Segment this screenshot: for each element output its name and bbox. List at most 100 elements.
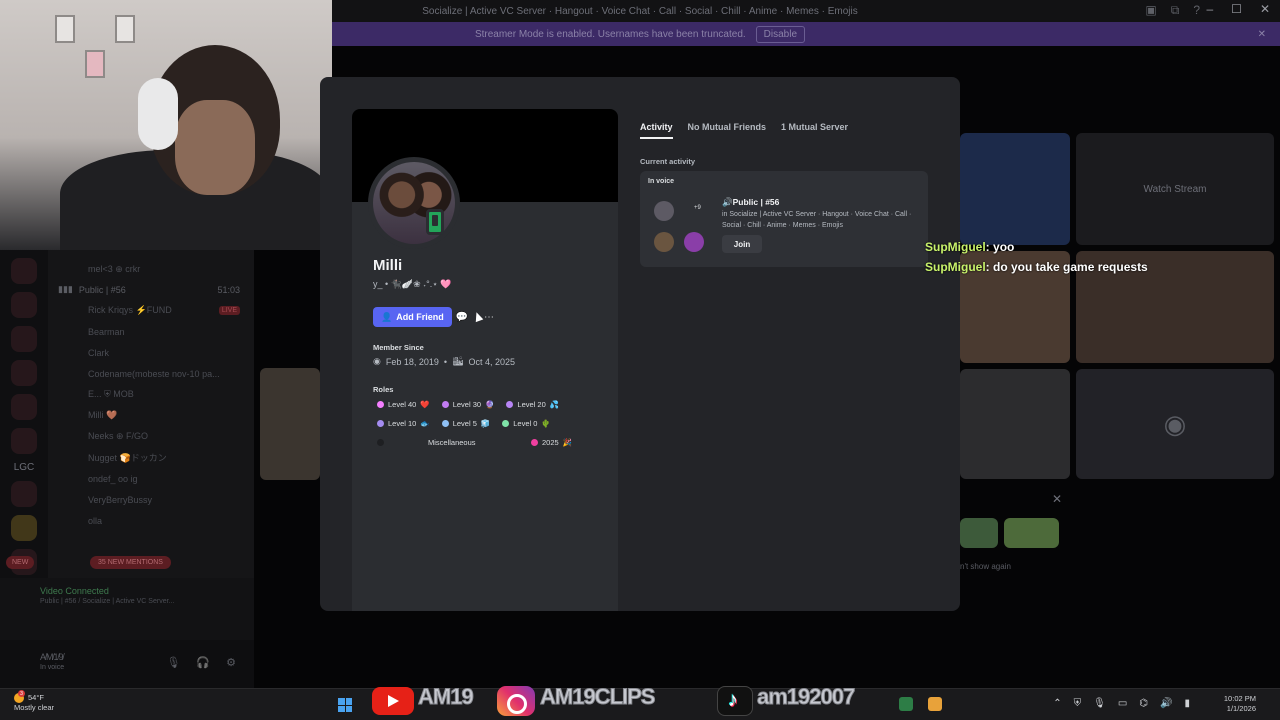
role-badge[interactable]: Miscellaneous bbox=[373, 436, 523, 449]
list-item[interactable]: Neeks ⊕ F/GO bbox=[48, 426, 254, 447]
weather-temp: 54°F bbox=[28, 693, 44, 702]
profile-tabs: Activity No Mutual Friends 1 Mutual Serv… bbox=[640, 122, 848, 139]
role-badge[interactable]: Level 5 🧊 bbox=[438, 417, 495, 430]
tab-activity[interactable]: Activity bbox=[640, 122, 673, 139]
new-pill[interactable]: NEW bbox=[6, 556, 35, 569]
list-item[interactable]: Bearman bbox=[48, 321, 254, 342]
tiktok-logo-icon bbox=[717, 686, 753, 716]
network-icon[interactable]: ⌬ bbox=[1139, 698, 1148, 709]
chevron-up-icon[interactable]: ⌃ bbox=[1053, 698, 1061, 709]
mobile-status-icon bbox=[426, 209, 444, 235]
maximize-button[interactable]: ☐ bbox=[1231, 2, 1242, 16]
add-friend-label: Add Friend bbox=[396, 312, 444, 322]
taskbar-clock[interactable]: 10:02 PM 1/1/2026 bbox=[1224, 694, 1256, 714]
voice-channel-time: 51:03 bbox=[217, 284, 240, 295]
server-icon[interactable] bbox=[11, 360, 37, 386]
stream-tile[interactable]: Watch Stream bbox=[1076, 133, 1274, 245]
new-mentions-pill[interactable]: 35 NEW MENTIONS bbox=[90, 556, 171, 569]
security-icon[interactable]: ⛨ bbox=[1074, 698, 1082, 709]
role-badge[interactable]: Level 0 🌵 bbox=[498, 417, 555, 430]
battery-icon[interactable]: ▮ bbox=[1184, 698, 1190, 709]
chat-user: SupMiguel bbox=[925, 240, 986, 254]
role-color-dot bbox=[377, 439, 384, 446]
dont-show-again-link[interactable]: n't show again bbox=[960, 562, 1011, 571]
voice-activity-card: In voice +9 🔊Public | #56 in Socialize |… bbox=[640, 171, 928, 267]
server-icon[interactable] bbox=[11, 515, 37, 541]
list-item[interactable]: E... ⛨ MOB bbox=[48, 384, 254, 405]
server-icon[interactable] bbox=[11, 481, 37, 507]
close-window-button[interactable]: ✕ bbox=[1260, 2, 1270, 16]
taskbar-app-icon[interactable] bbox=[899, 697, 913, 711]
mic-icon[interactable]: 🎙 bbox=[166, 656, 180, 669]
roles-list: Level 40 ❤️ Level 30 🔮 Level 20 💦 Level 10 🐟… bbox=[373, 398, 603, 449]
clock-date: 1/1/2026 bbox=[1226, 704, 1256, 713]
video-tile[interactable] bbox=[960, 133, 1070, 245]
taskbar-app-icon[interactable] bbox=[928, 697, 942, 711]
current-user-name[interactable]: A̸M̸1̸9̸ bbox=[40, 652, 64, 662]
role-badge[interactable]: Level 30 🔮 bbox=[438, 398, 499, 411]
tab-mutual-servers[interactable]: 1 Mutual Server bbox=[781, 122, 848, 139]
server-join-date: Oct 4, 2025 bbox=[468, 356, 516, 367]
server-icon[interactable] bbox=[11, 394, 37, 420]
help-icon[interactable]: ? bbox=[1193, 3, 1200, 18]
server-icon[interactable] bbox=[11, 326, 37, 352]
dismiss-notice-icon[interactable]: ✕ bbox=[1258, 29, 1266, 40]
server-icon[interactable] bbox=[11, 258, 37, 284]
video-tile[interactable]: ◉ bbox=[1076, 369, 1274, 479]
video-tile[interactable] bbox=[960, 369, 1070, 479]
list-item[interactable]: mel<3 ⊕ crkr bbox=[48, 250, 254, 274]
display-icon[interactable]: ▭ bbox=[1118, 698, 1127, 709]
window-title: Socialize | Active VC Server · Hangout ·… bbox=[422, 5, 858, 17]
role-badge[interactable]: 2025 🎉 bbox=[527, 436, 576, 449]
list-item[interactable]: Codename(mobeste nov-10 pa... bbox=[48, 363, 254, 384]
voice-status[interactable]: Video Connected bbox=[40, 586, 254, 596]
role-badge[interactable]: Level 20 💦 bbox=[502, 398, 563, 411]
mic-icon[interactable]: 🎙 bbox=[1093, 698, 1106, 709]
weather-badge: 3 bbox=[18, 690, 25, 697]
tab-mutual-friends[interactable]: No Mutual Friends bbox=[688, 122, 767, 139]
username[interactable]: y_ • 🐈‍⬛🪽❀ ˖°.⋆ 🩷 bbox=[373, 279, 452, 290]
list-item[interactable]: ondef_ oo ig bbox=[48, 468, 254, 489]
voice-location[interactable]: Public | #56 / Socialize | Active VC Ser… bbox=[40, 598, 254, 605]
disable-streamer-mode-button[interactable]: Disable bbox=[755, 25, 806, 43]
headphone-icon[interactable]: 🎧 bbox=[196, 656, 210, 669]
list-item[interactable]: olla bbox=[48, 510, 254, 531]
activity-thumb[interactable] bbox=[960, 518, 998, 548]
server-avatar bbox=[654, 201, 674, 221]
volume-icon[interactable]: 🔊 bbox=[1160, 698, 1172, 709]
voice-channel-name: 🔊Public | #56 bbox=[722, 197, 780, 207]
list-item[interactable]: VeryBerryBussy bbox=[48, 489, 254, 510]
role-badge[interactable]: Level 10 🐟 bbox=[373, 417, 434, 430]
voice-channel-item[interactable]: ▮▮▮ Public | #56 51:03 bbox=[48, 279, 254, 300]
screen-share-icon[interactable]: ⧉ bbox=[1171, 3, 1180, 18]
avatar[interactable] bbox=[368, 157, 460, 249]
gear-icon[interactable]: ⚙ bbox=[226, 656, 236, 669]
message-icon[interactable]: 💬 bbox=[452, 307, 472, 327]
server-icon[interactable] bbox=[11, 292, 37, 318]
add-friend-button[interactable]: 👤 Add Friend bbox=[373, 307, 452, 327]
user-panel: A̸M̸1̸9̸ In voice 🎙 🎧 ⚙ bbox=[0, 640, 254, 688]
list-item[interactable]: Milli 🤎 bbox=[48, 405, 254, 426]
video-tile[interactable] bbox=[260, 368, 320, 480]
inbox-icon[interactable]: ▣ bbox=[1145, 3, 1156, 18]
wall-frame bbox=[115, 15, 135, 43]
weather-widget[interactable]: 3 54°F Mostly clear bbox=[14, 690, 54, 713]
webcam-overlay bbox=[0, 0, 332, 250]
list-item[interactable]: Clark bbox=[48, 342, 254, 363]
streamer-mode-text: Streamer Mode is enabled. Usernames have… bbox=[474, 28, 746, 40]
list-item[interactable]: Nugget 🍞ドッカン bbox=[48, 447, 254, 468]
instagram-logo-icon bbox=[497, 686, 535, 716]
minimize-button[interactable]: – bbox=[1206, 2, 1213, 16]
server-icon[interactable] bbox=[11, 428, 37, 454]
role-badge[interactable]: Level 40 ❤️ bbox=[373, 398, 434, 411]
list-item[interactable]: Rick Kriqys ⚡FUND LIVE bbox=[48, 300, 254, 321]
windows-start-icon[interactable] bbox=[338, 698, 352, 712]
activity-thumb[interactable] bbox=[1004, 518, 1059, 548]
chat-text: yoo bbox=[993, 240, 1015, 254]
join-button[interactable]: Join bbox=[722, 235, 762, 253]
voice-icon: ▮▮▮ bbox=[58, 284, 73, 294]
in-voice-label: In voice bbox=[648, 178, 675, 185]
role-color-dot bbox=[441, 401, 449, 408]
member-name: Rick Kriqys ⚡FUND bbox=[88, 305, 172, 315]
close-icon[interactable]: ✕ bbox=[1052, 492, 1062, 506]
